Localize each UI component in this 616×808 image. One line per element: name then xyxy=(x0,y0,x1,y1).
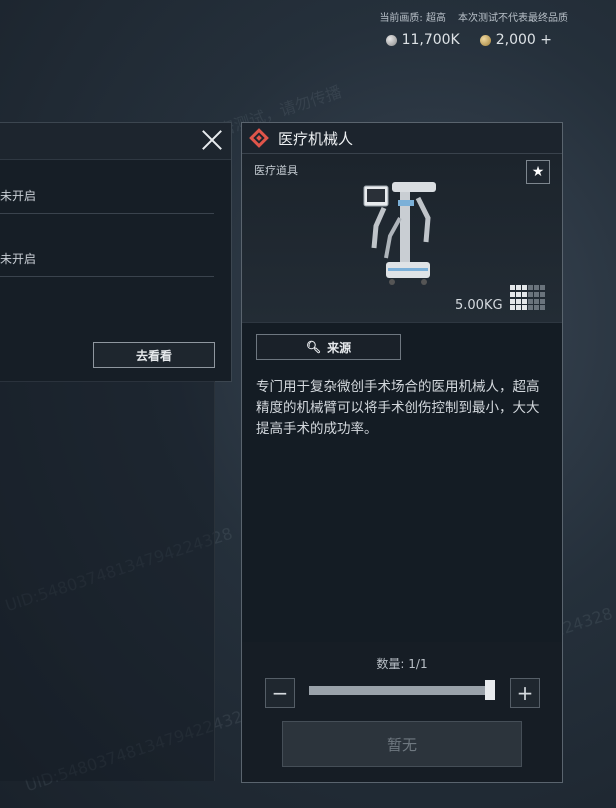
item-title: 医疗机械人 xyxy=(278,129,354,148)
currency-value: 2,000 + xyxy=(495,32,552,48)
quantity-slider[interactable] xyxy=(309,686,495,695)
decrease-quantity-button[interactable]: − xyxy=(265,678,295,708)
test-notice: 本次测试不代表最终品质 xyxy=(458,13,568,24)
go-see-button[interactable]: 去看看 xyxy=(93,342,215,368)
inventory-size-grid-icon xyxy=(510,285,548,311)
quantity-slider-handle[interactable] xyxy=(485,680,495,700)
left-background-panel xyxy=(0,381,215,781)
silver-coin-icon xyxy=(385,34,397,46)
item-detail-panel: 医疗机械人 医疗道具 ★ 5.00KG 🔍︎ 来源 专门用于复杂微创手术场合的医… xyxy=(241,122,563,783)
list-item: 未开启 xyxy=(0,238,214,277)
source-button[interactable]: 🔍︎ 来源 xyxy=(256,334,401,360)
quantity-section: 数量: 1/1 − + 暂无 xyxy=(242,642,562,782)
item-weight: 5.00KG xyxy=(455,298,503,313)
source-button-label: 来源 xyxy=(327,340,352,355)
currency-silver: 11,700K xyxy=(385,32,460,48)
quality-value: 超高 xyxy=(426,13,446,24)
gold-coin-icon xyxy=(479,34,491,46)
favorite-star-icon[interactable]: ★ xyxy=(526,160,550,184)
close-icon[interactable] xyxy=(201,129,223,151)
search-icon: 🔍︎ xyxy=(305,340,322,354)
quality-label: 当前画质: xyxy=(379,13,423,24)
left-dialog: 未开启 未开启 去看看 xyxy=(0,122,232,382)
status-label: 未开启 xyxy=(0,252,37,266)
item-preview: 医疗道具 ★ 5.00KG xyxy=(242,154,562,323)
item-description: 专门用于复杂微创手术场合的医用机械人，超高精度的机械臂可以将手术创伤控制到最小，… xyxy=(256,379,540,437)
currency-gold[interactable]: 2,000 + xyxy=(479,32,552,48)
currency-bar: 11,700K 2,000 + xyxy=(385,32,552,48)
item-header: 医疗机械人 xyxy=(242,123,562,154)
confirm-button[interactable]: 暂无 xyxy=(282,721,522,767)
medical-robot-image xyxy=(363,182,436,285)
item-category: 医疗道具 xyxy=(254,164,298,177)
quality-info: 当前画质: 超高 本次测试不代表最终品质 xyxy=(379,9,568,24)
list-item: 未开启 xyxy=(0,175,214,214)
increase-quantity-button[interactable]: + xyxy=(510,678,540,708)
left-dialog-header xyxy=(0,123,231,160)
rarity-diamond-icon xyxy=(249,128,269,148)
status-label: 未开启 xyxy=(0,189,37,203)
currency-value: 11,700K xyxy=(401,32,460,48)
quantity-label: 数量: 1/1 xyxy=(376,657,428,671)
